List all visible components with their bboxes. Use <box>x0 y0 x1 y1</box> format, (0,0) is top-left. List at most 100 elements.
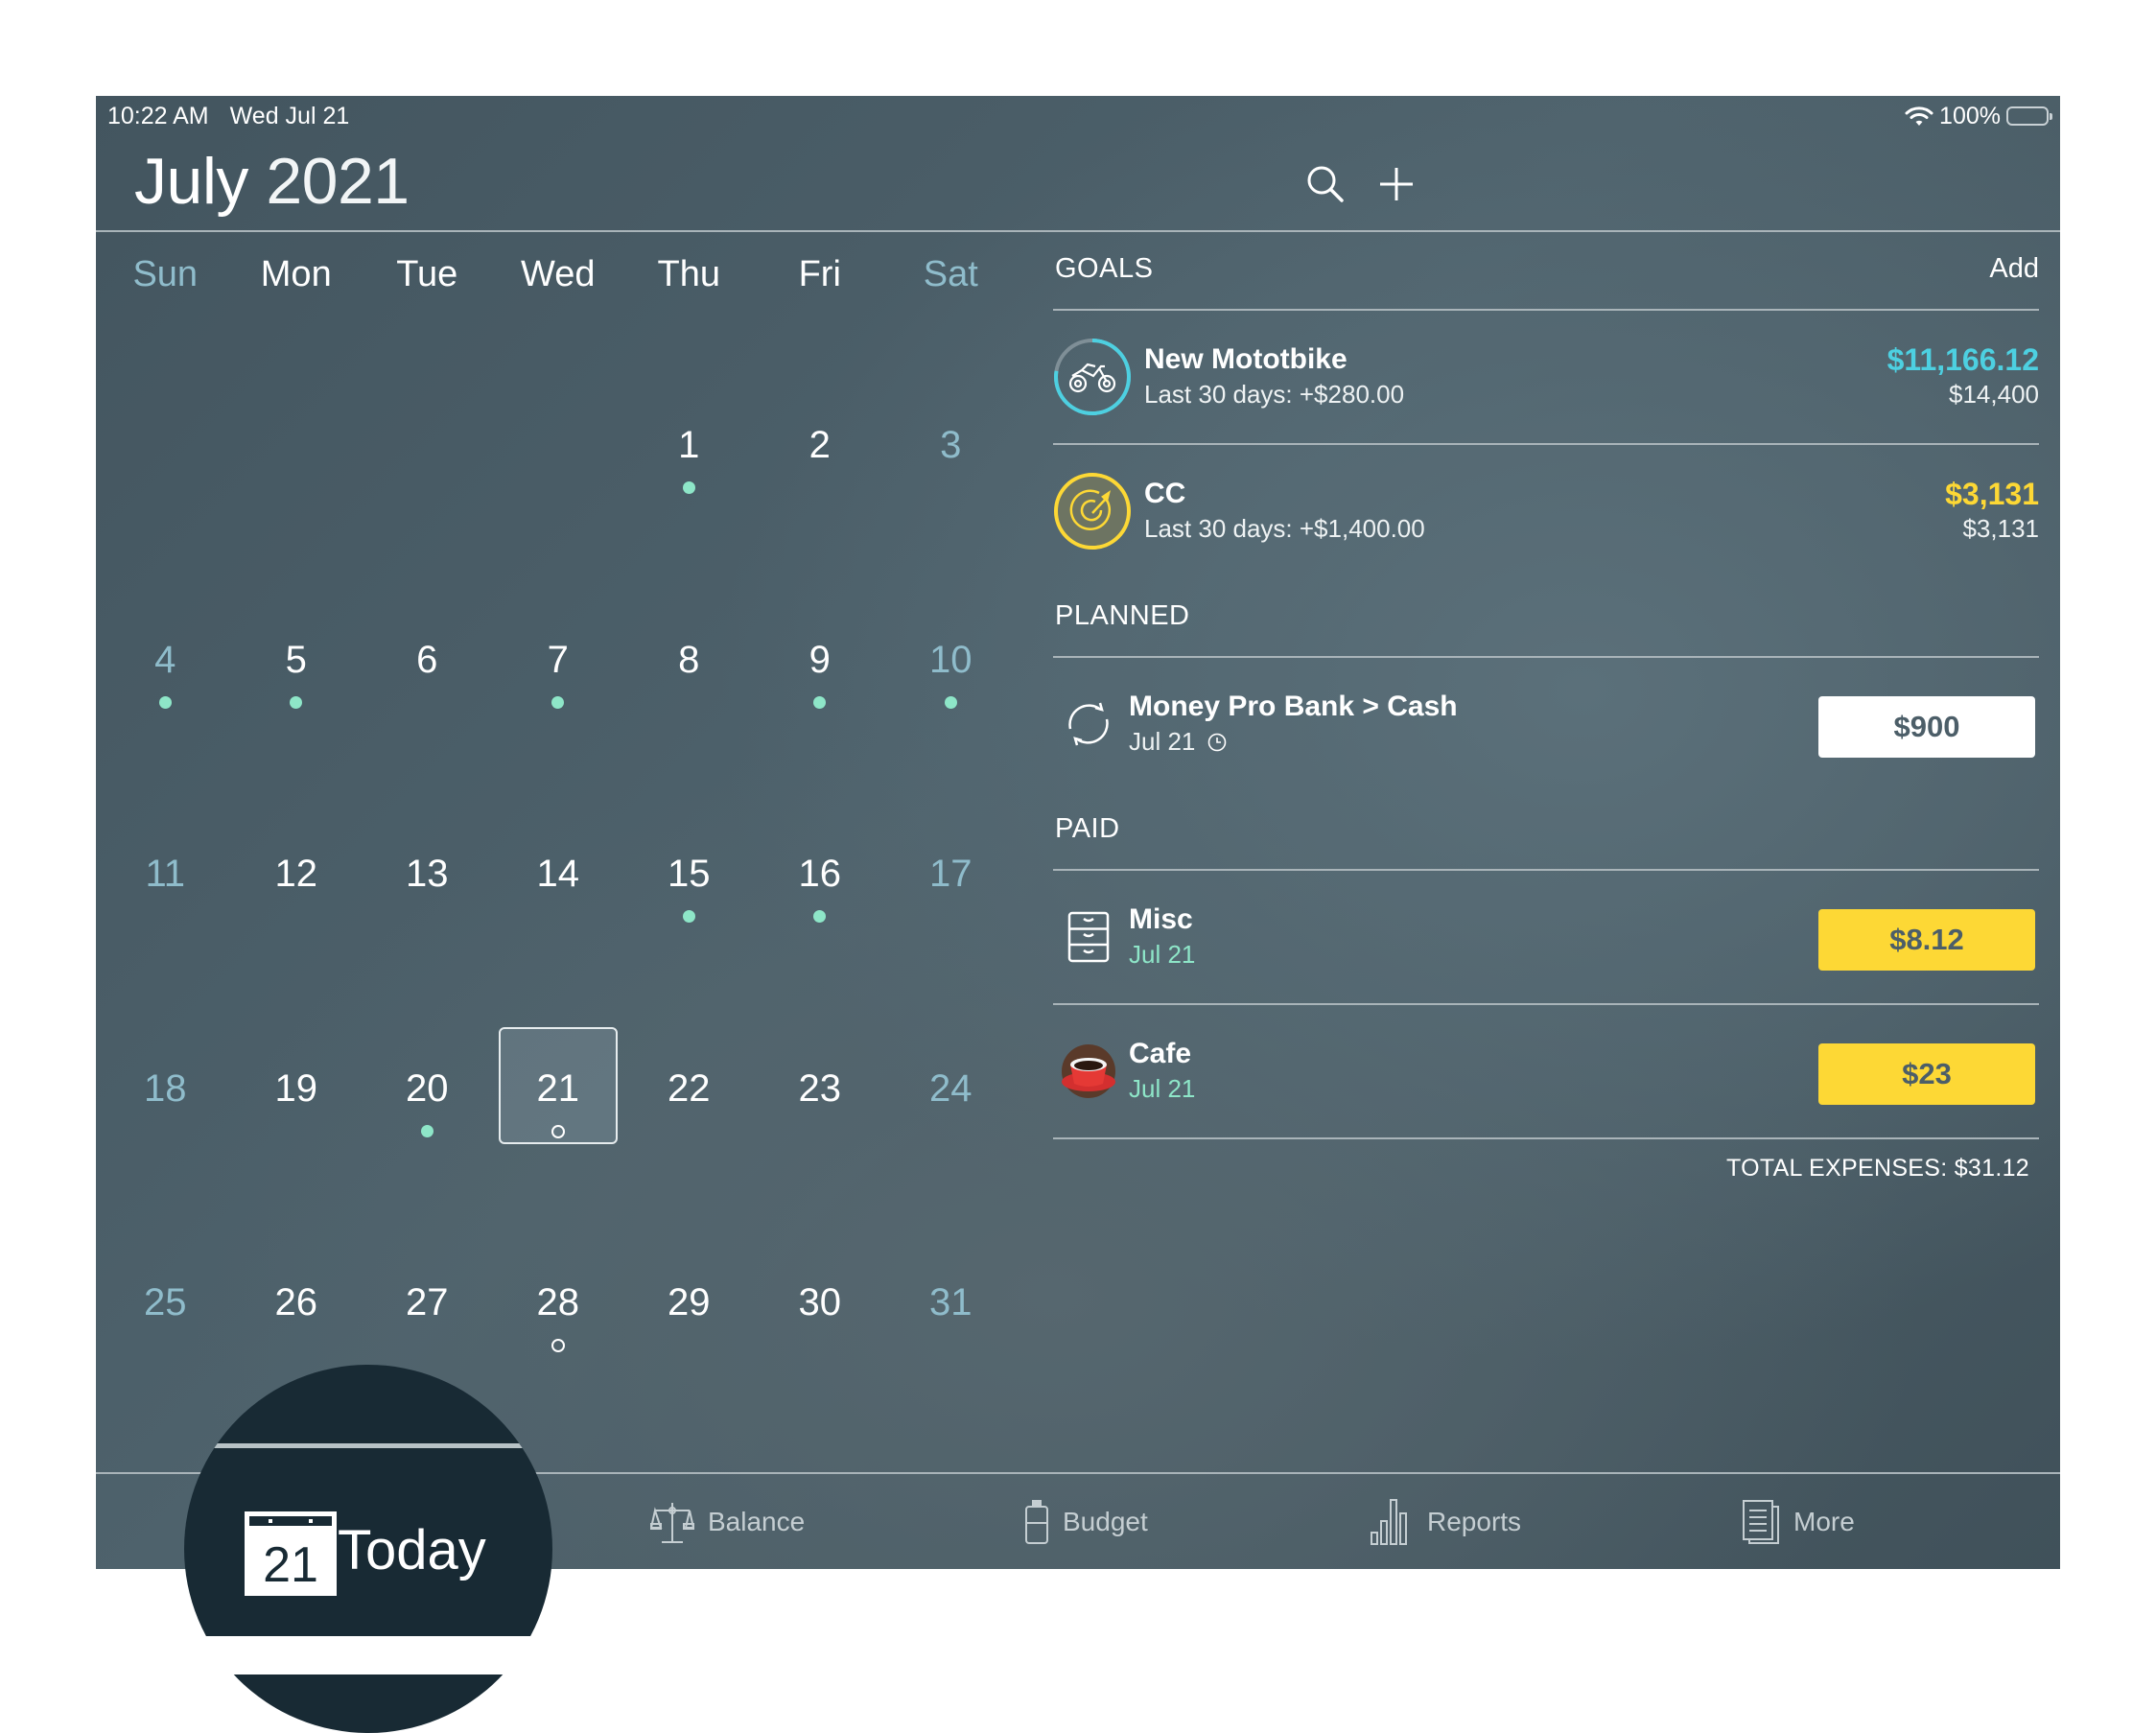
calendar-grid: 1 2 3 4 5 6 7 8 9 10 11 12 13 14 15 16 17 18 19 20 21 22 23 24 2… <box>100 374 1017 1446</box>
day-number: 17 <box>929 853 973 895</box>
calendar-day[interactable]: 13 <box>362 803 493 1018</box>
calendar-day[interactable]: 18 <box>100 1018 231 1232</box>
day-number: 30 <box>798 1281 842 1323</box>
status-bar: 10:22 AM Wed Jul 21 100% <box>107 100 2052 132</box>
planned-transaction-row[interactable]: Money Pro Bank > Cash Jul 21 $900 <box>1053 658 2039 790</box>
transaction-date: Jul 21 <box>1129 940 1196 969</box>
paid-transaction-row[interactable]: Misc Jul 21 $8.12 <box>1053 871 2039 1003</box>
calendar-day[interactable]: 28 <box>493 1231 624 1446</box>
status-time: 10:22 AM <box>107 102 209 129</box>
goal-row[interactable]: New Mototbike Last 30 days: +$280.00 $11… <box>1053 311 2039 443</box>
app-screen: 10:22 AM Wed Jul 21 100% July 2021 Sun M… <box>96 96 2060 1569</box>
weekday-label: Sat <box>923 254 978 294</box>
day-number: 15 <box>668 853 711 895</box>
calendar-day[interactable]: 16 <box>755 803 886 1018</box>
day-number: 2 <box>808 424 831 466</box>
total-expenses: TOTAL EXPENSES: $31.12 <box>1725 1155 2029 1182</box>
add-goal-button[interactable]: Add <box>1989 253 2039 285</box>
calendar-day[interactable]: 3 <box>885 374 1017 589</box>
title-year: 2021 <box>266 145 410 218</box>
calendar-day[interactable]: 8 <box>623 589 755 804</box>
calendar-empty-cell <box>231 374 363 589</box>
calendar-day[interactable]: 11 <box>100 803 231 1018</box>
calendar-day[interactable]: 25 <box>100 1231 231 1446</box>
bar-chart-icon <box>1371 1499 1407 1545</box>
weekday-label: Tue <box>396 254 458 294</box>
goal-saved: $11,166.12 <box>1886 342 2039 377</box>
calendar-day[interactable]: 4 <box>100 589 231 804</box>
tab-label: More <box>1793 1507 1855 1536</box>
transaction-dot <box>813 695 827 709</box>
search-button[interactable] <box>1297 155 1354 213</box>
calendar-day[interactable]: 5 <box>231 589 363 804</box>
day-number: 13 <box>406 853 449 895</box>
title-month: July <box>134 145 248 218</box>
calendar-day[interactable]: 17 <box>885 803 1017 1018</box>
calendar-day[interactable]: 14 <box>493 803 624 1018</box>
goal-name: New Mototbike <box>1144 343 1348 375</box>
calendar-day[interactable]: 31 <box>885 1231 1017 1446</box>
jar-icon <box>1025 1500 1048 1544</box>
motorbike-icon <box>1068 363 1116 393</box>
transaction-name: Money Pro Bank > Cash <box>1129 691 1458 722</box>
tab-label: Balance <box>708 1507 806 1536</box>
calendar-day[interactable]: 6 <box>362 589 493 804</box>
goal-target: $14,400 <box>1949 380 2039 409</box>
battery-icon <box>2006 106 2052 126</box>
calendar-icon-bar <box>249 1516 332 1526</box>
goal-row[interactable]: CC Last 30 days: +$1,400.00 $3,131 $3,13… <box>1053 445 2039 577</box>
add-button[interactable] <box>1368 155 1425 213</box>
transaction-dot <box>158 695 172 709</box>
calendar-day[interactable]: 19 <box>231 1018 363 1232</box>
day-number: 16 <box>798 853 842 895</box>
calendar-day[interactable]: 20 <box>362 1018 493 1232</box>
tab-budget[interactable]: Budget <box>1024 1493 1148 1551</box>
calendar-day[interactable]: 15 <box>623 803 755 1018</box>
paid-transaction-row[interactable]: Cafe Jul 21 $23 <box>1053 1005 2039 1137</box>
weekday-label: Wed <box>521 254 596 294</box>
paid-amount-button[interactable]: $23 <box>1818 1043 2035 1105</box>
day-number: 24 <box>929 1066 973 1110</box>
transaction-dot <box>944 695 957 709</box>
weekday-label: Mon <box>260 254 332 294</box>
calendar-day[interactable]: 24 <box>885 1018 1017 1232</box>
tab-label: Reports <box>1427 1507 1522 1536</box>
calendar-day[interactable]: 21 <box>493 1018 624 1232</box>
day-number: 10 <box>929 638 973 681</box>
search-icon <box>1307 166 1344 202</box>
calendar-day[interactable]: 23 <box>755 1018 886 1232</box>
coffee-cup-icon <box>1062 1044 1115 1098</box>
day-number: 20 <box>406 1066 449 1110</box>
day-number: 29 <box>668 1281 711 1323</box>
calendar-day[interactable]: 1 <box>623 374 755 589</box>
wifi-icon <box>1905 106 1933 126</box>
calendar-day[interactable]: 30 <box>755 1231 886 1446</box>
tab-more[interactable]: More <box>1742 1493 1855 1551</box>
tab-today-magnified[interactable]: 21 Today <box>184 1365 552 1733</box>
calendar-day[interactable]: 29 <box>623 1231 755 1446</box>
paid-amount-button[interactable]: $8.12 <box>1818 909 2035 971</box>
calendar-day[interactable]: 7 <box>493 589 624 804</box>
calendar-day[interactable]: 10 <box>885 589 1017 804</box>
status-date: Wed Jul 21 <box>229 102 350 129</box>
calendar-day[interactable]: 12 <box>231 803 363 1018</box>
day-number: 5 <box>285 638 307 681</box>
transaction-dot <box>290 695 303 709</box>
goal-recent: Last 30 days: +$1,400.00 <box>1144 514 1425 543</box>
day-number: 18 <box>144 1066 187 1110</box>
transaction-dot <box>682 910 695 923</box>
tab-reports[interactable]: Reports <box>1370 1493 1521 1551</box>
calendar-day[interactable]: 9 <box>755 589 886 804</box>
day-number: 11 <box>145 853 186 895</box>
goal-saved: $3,131 <box>1945 477 2039 511</box>
transaction-name: Misc <box>1129 903 1193 935</box>
weekday-header: Sun Mon Tue Wed Thu Fri Sat <box>100 254 1017 295</box>
clock-icon <box>1207 733 1226 752</box>
tab-balance[interactable]: Balance <box>650 1493 805 1551</box>
calendar-day[interactable]: 2 <box>755 374 886 589</box>
tab-label-today: Today <box>338 1519 486 1581</box>
planned-amount-button[interactable]: $900 <box>1818 696 2035 758</box>
tab-bar-divider <box>184 1443 552 1448</box>
calendar-day[interactable]: 22 <box>623 1018 755 1232</box>
day-number: 22 <box>668 1066 711 1110</box>
